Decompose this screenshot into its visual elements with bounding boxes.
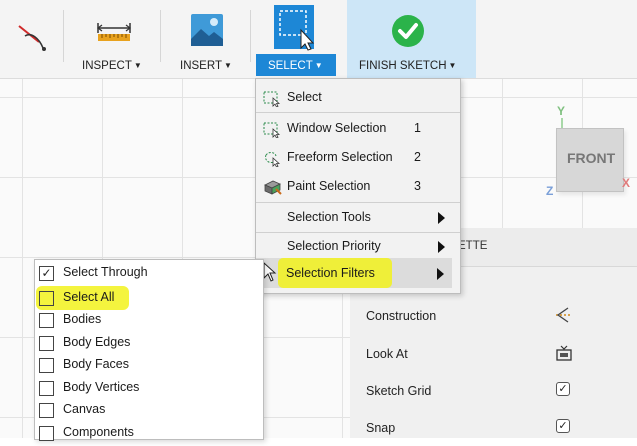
menu-item-shortcut: 3 <box>414 179 421 193</box>
menu-item-label: Window Selection <box>287 121 387 135</box>
insert-label: INSERT <box>180 60 222 72</box>
checkbox-icon[interactable] <box>39 358 54 373</box>
menu-item-freeform-selection[interactable]: Freeform Selection 2 <box>256 143 460 172</box>
select-label: SELECT <box>268 60 313 72</box>
filter-label: Body Faces <box>63 357 130 371</box>
toolbar-separator <box>160 10 161 62</box>
menu-item-paint-selection[interactable]: Paint Selection 3 <box>256 172 460 201</box>
menu-item-label: Freeform Selection <box>287 150 393 164</box>
checkbox-icon[interactable] <box>39 403 54 418</box>
finish-sketch-label-wrap[interactable]: FINISH SKETCH ▼ <box>359 60 456 72</box>
menu-divider <box>256 112 460 113</box>
checkbox-icon[interactable] <box>39 336 54 351</box>
menu-item-label: Selection Tools <box>287 210 371 224</box>
submenu-arrow-icon <box>438 241 445 253</box>
select-box-icon <box>263 91 281 108</box>
chevron-down-icon: ▼ <box>223 61 232 70</box>
chevron-down-icon: ▼ <box>133 61 142 70</box>
viewcube[interactable]: FRONT <box>556 128 624 192</box>
mouse-pointer-icon <box>263 261 277 285</box>
menu-item-selection-tools[interactable]: Selection Tools <box>256 203 460 232</box>
select-tool-icon[interactable] <box>273 4 319 55</box>
checkbox-icon[interactable] <box>39 426 54 441</box>
axis-x-label: X <box>622 176 631 190</box>
filter-label: Canvas <box>63 402 106 416</box>
palette-row-snap-label: Snap <box>366 421 396 435</box>
checkmark-icon: ✓ <box>556 419 570 433</box>
finish-sketch-label: FINISH SKETCH <box>359 60 447 72</box>
submenu-arrow-icon <box>438 212 445 224</box>
axis-z-label: Z <box>546 184 554 198</box>
menu-item-window-selection[interactable]: Window Selection 1 <box>256 114 460 143</box>
viewcube-face-label: FRONT <box>567 150 616 166</box>
checkmark-icon[interactable] <box>391 14 425 51</box>
window-selection-icon <box>263 122 281 139</box>
measure-ruler-icon[interactable] <box>96 20 132 47</box>
filter-label: Select All <box>63 290 115 304</box>
checkbox-checked-icon[interactable]: ✓ <box>39 266 54 281</box>
palette-title: ETTE <box>458 240 488 252</box>
trim-tool-icon[interactable] <box>17 22 49 55</box>
axis-y-label: Y <box>557 104 566 118</box>
look-at-icon[interactable] <box>555 344 572 361</box>
submenu-arrow-icon <box>437 268 444 280</box>
menu-item-shortcut: 2 <box>414 150 421 164</box>
insert-image-icon[interactable] <box>190 13 224 50</box>
toolbar-separator <box>250 10 251 62</box>
menu-item-selection-filters[interactable]: Selection Filters <box>255 259 459 288</box>
filter-label: Body Edges <box>63 335 131 349</box>
filter-label: Select Through <box>63 265 148 279</box>
chevron-down-icon: ▼ <box>314 61 323 70</box>
inspect-label: INSPECT <box>82 60 132 72</box>
palette-row-lookat-label: Look At <box>366 347 408 361</box>
snap-checkbox[interactable]: ✓ <box>556 419 570 433</box>
chevron-down-icon: ▼ <box>448 61 457 70</box>
filter-label: Bodies <box>63 312 102 326</box>
sketch-grid-checkbox[interactable]: ✓ <box>556 382 570 396</box>
toolbar: INSPECT ▼ INSERT ▼ SELECT ▼ FINISH SKETCH ▼ <box>0 0 637 79</box>
freeform-selection-icon <box>263 151 281 168</box>
checkbox-icon[interactable] <box>39 313 54 328</box>
inspect-menu-button[interactable]: INSPECT ▼ <box>82 60 142 72</box>
paint-selection-icon <box>263 180 282 195</box>
construction-icon[interactable] <box>554 306 572 323</box>
palette-row-sketchgrid-label: Sketch Grid <box>366 384 432 398</box>
menu-item-label: Selection Filters <box>286 266 375 280</box>
menu-item-select[interactable]: Select <box>256 83 460 112</box>
menu-item-label: Paint Selection <box>287 179 371 193</box>
insert-menu-button[interactable]: INSERT ▼ <box>180 60 232 72</box>
palette-row-construction-label: Construction <box>366 309 437 323</box>
menu-item-shortcut: 1 <box>414 121 421 135</box>
filter-label: Components <box>63 425 134 439</box>
menu-item-label: Select <box>287 90 322 104</box>
select-label-wrap[interactable]: SELECT ▼ <box>268 60 323 72</box>
checkmark-icon: ✓ <box>556 382 570 396</box>
menu-item-label: Selection Priority <box>287 239 381 253</box>
filter-label: Body Vertices <box>63 380 140 394</box>
menu-item-selection-priority[interactable]: Selection Priority <box>256 232 460 261</box>
checkbox-icon[interactable] <box>39 291 54 306</box>
checkbox-icon[interactable] <box>39 381 54 396</box>
toolbar-separator <box>63 10 64 62</box>
